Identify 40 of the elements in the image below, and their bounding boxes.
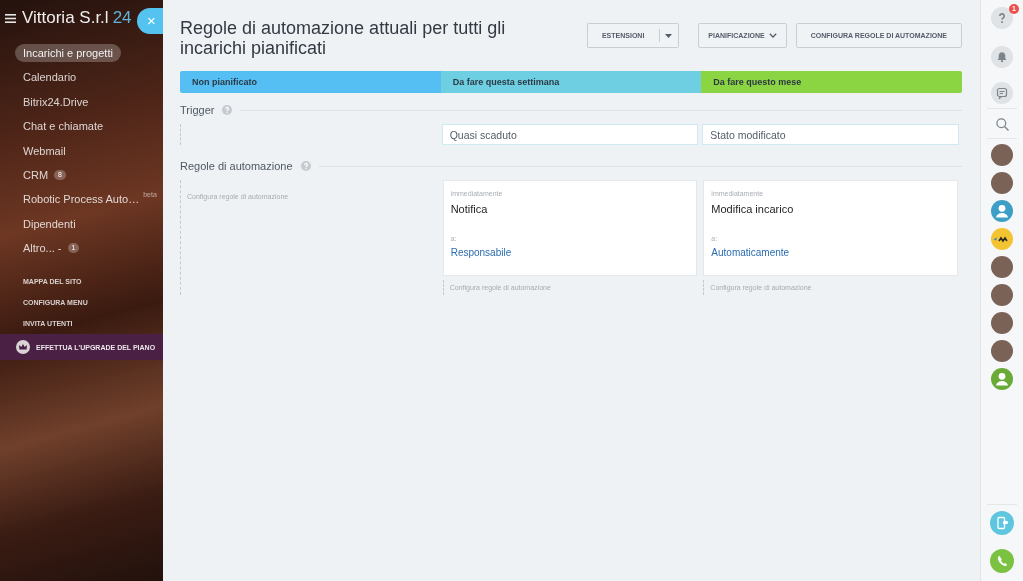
trigger-card[interactable]: Stato modificato: [702, 124, 959, 145]
avatar-placeholder[interactable]: [991, 284, 1013, 306]
user-avatar-icon[interactable]: [991, 200, 1013, 222]
avatar-placeholder[interactable]: [991, 256, 1013, 278]
caret-icon: [665, 33, 673, 38]
avatar-placeholder[interactable]: [991, 144, 1013, 166]
section-title: Trigger: [180, 104, 215, 116]
avatar-placeholder[interactable]: [991, 312, 1013, 334]
page-title: Regole di automazione attuali per tutti gli incarichi pianificati: [180, 18, 507, 58]
recipient-name: Responsabile: [450, 246, 512, 259]
dropdown-button[interactable]: [659, 23, 680, 48]
logo-avatar-icon[interactable]: [991, 228, 1013, 250]
crown-icon: [16, 340, 30, 355]
sidebar-item[interactable]: Webmail: [15, 141, 74, 160]
phone-icon[interactable]: [990, 549, 1014, 573]
bell-icon[interactable]: [991, 46, 1013, 68]
action-title: Notifica: [450, 203, 488, 216]
menu-icon[interactable]: [5, 13, 16, 23]
chevron-down-icon: [768, 33, 777, 38]
search-icon[interactable]: [995, 118, 1009, 131]
recipient-name: Automaticamente: [711, 246, 790, 259]
help-icon[interactable]: [991, 7, 1013, 29]
company-name: Vittoria S.r.l: [22, 8, 109, 28]
stage-header: Da fare questo mese: [701, 71, 962, 93]
user-avatar-icon[interactable]: [991, 368, 1013, 390]
sidebar-item[interactable]: Dipendenti: [15, 214, 84, 233]
sidebar-item[interactable]: Calendario: [15, 68, 85, 87]
sidebar-item[interactable]: Incarichi e progetti: [15, 44, 121, 62]
stage-header: Da fare questa settimana: [440, 71, 702, 93]
avatar-placeholder[interactable]: [991, 340, 1013, 362]
stage-header: Non pianificato: [180, 71, 441, 93]
trigger-card[interactable]: Quasi scaduto: [441, 124, 699, 145]
avatar-placeholder[interactable]: [991, 172, 1013, 194]
sidebar-item[interactable]: Bitrix24.Drive: [15, 92, 97, 111]
section-title: Regole di automazione: [180, 160, 293, 172]
action-title: Modifica incarico: [711, 203, 794, 216]
logo-number: 24: [112, 8, 132, 28]
chat-icon[interactable]: [991, 82, 1013, 104]
mobile-cloud-icon[interactable]: [990, 511, 1014, 535]
sidebar-item[interactable]: Chat e chiamate: [15, 117, 112, 136]
